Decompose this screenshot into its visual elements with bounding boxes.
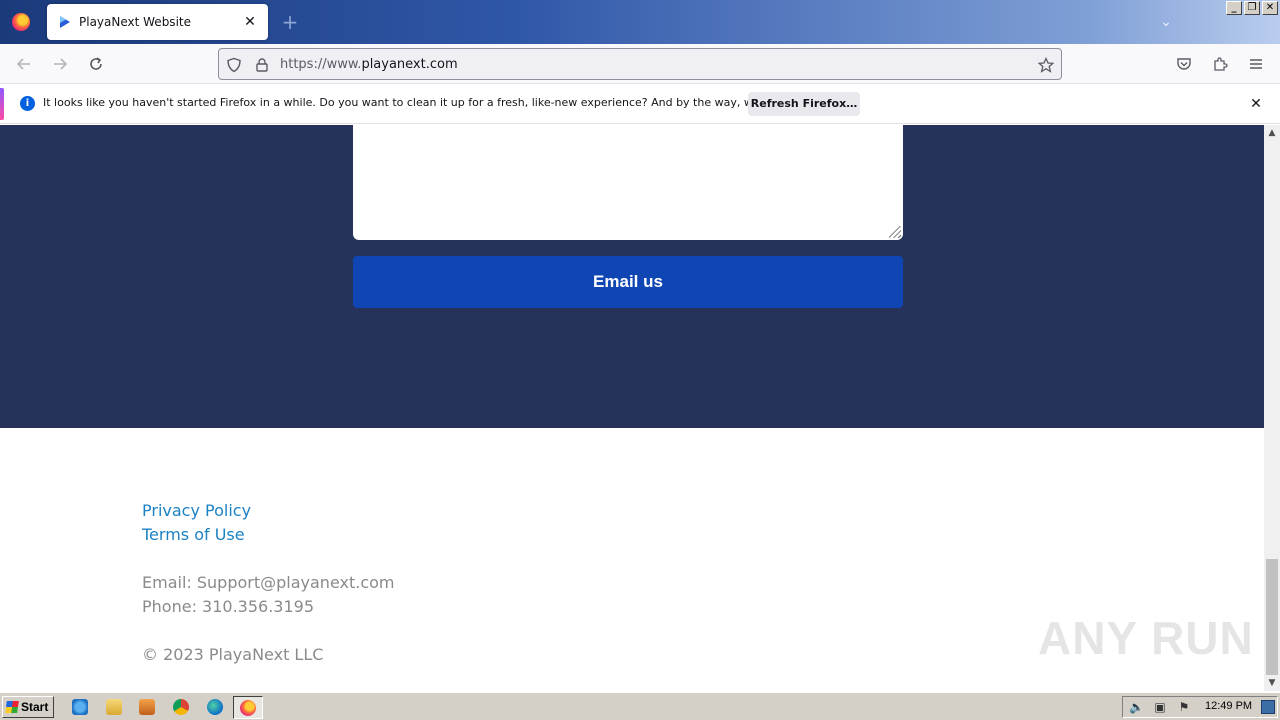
tab-playanext[interactable]: PlayaNext Website ✕ — [47, 4, 268, 40]
volume-icon[interactable]: 🔈 — [1129, 700, 1144, 714]
close-window-button[interactable]: ✕ — [1262, 1, 1278, 15]
tracking-protection-shield-icon[interactable] — [225, 56, 243, 74]
vertical-scrollbar[interactable]: ▲ ▼ — [1264, 125, 1280, 691]
playanext-favicon-icon — [57, 14, 73, 30]
restore-button[interactable]: ❐ — [1244, 1, 1260, 15]
nav-bar: https://www.playanext.com — [0, 44, 1280, 84]
resize-grip-icon[interactable] — [889, 226, 901, 238]
extensions-icon[interactable] — [1208, 52, 1232, 76]
back-icon[interactable] — [12, 52, 36, 76]
refresh-notification-bar: i It looks like you haven't started Fire… — [0, 84, 1280, 124]
windows-flag-icon — [5, 701, 19, 713]
url-prefix: https://www. — [280, 57, 362, 72]
terms-of-use-link[interactable]: Terms of Use — [142, 523, 395, 547]
window-controls: _ ❐ ✕ — [1226, 1, 1278, 15]
info-icon: i — [20, 96, 35, 111]
media-player-icon[interactable] — [139, 699, 155, 715]
edge-icon[interactable] — [207, 699, 223, 715]
pocket-icon[interactable] — [1172, 52, 1196, 76]
url-bar[interactable]: https://www.playanext.com — [218, 48, 1062, 80]
tab-close-icon[interactable]: ✕ — [242, 14, 258, 30]
notification-accent — [0, 88, 4, 120]
network-icon[interactable]: ▣ — [1153, 700, 1167, 714]
forward-icon[interactable] — [48, 52, 72, 76]
privacy-policy-link[interactable]: Privacy Policy — [142, 499, 395, 523]
url-host: playanext.com — [361, 57, 458, 72]
tab-title: PlayaNext Website — [79, 15, 191, 29]
refresh-firefox-button[interactable]: Refresh Firefox… — [748, 92, 860, 116]
windows-taskbar: Start 🔈 ▣ ⚑ 12:49 PM — [0, 692, 1280, 720]
notification-close-icon[interactable]: ✕ — [1246, 94, 1266, 114]
minimize-button[interactable]: _ — [1226, 1, 1242, 15]
anyrun-watermark: ANY RUN — [1038, 612, 1254, 664]
email-us-button[interactable]: Email us — [353, 256, 903, 308]
firefox-taskbar-icon — [240, 700, 256, 716]
chrome-icon[interactable] — [173, 699, 189, 715]
scroll-down-icon[interactable]: ▼ — [1264, 675, 1280, 691]
footer-phone: Phone: 310.356.3195 — [142, 597, 315, 616]
taskbar-firefox-active[interactable] — [233, 696, 263, 719]
menu-hamburger-icon[interactable] — [1244, 52, 1268, 76]
internet-explorer-icon[interactable] — [72, 699, 88, 715]
start-label: Start — [21, 700, 49, 714]
reload-icon[interactable] — [84, 52, 108, 76]
url-text[interactable]: https://www.playanext.com — [280, 57, 458, 72]
action-center-flag-icon[interactable]: ⚑ — [1177, 700, 1191, 714]
lock-icon[interactable] — [253, 56, 271, 74]
list-all-tabs-icon[interactable]: ⌄ — [1156, 12, 1176, 32]
clock: 12:49 PM — [1205, 700, 1253, 712]
show-desktop-icon[interactable] — [1261, 700, 1275, 714]
system-tray: 🔈 ▣ ⚑ 12:49 PM — [1122, 696, 1278, 718]
footer-email: Email: Support@playanext.com — [142, 573, 395, 592]
bookmark-star-icon[interactable] — [1037, 56, 1055, 74]
tab-strip: PlayaNext Website ✕ + ⌄ _ ❐ ✕ — [0, 0, 1280, 44]
firefox-logo-icon — [12, 13, 30, 31]
scroll-up-icon[interactable]: ▲ — [1264, 125, 1280, 141]
start-button[interactable]: Start — [2, 696, 54, 718]
firefox-view-button[interactable] — [0, 0, 42, 44]
footer-copyright: © 2023 PlayaNext LLC — [142, 645, 324, 664]
footer-spacer — [142, 547, 395, 571]
notification-text: It looks like you haven't started Firefo… — [43, 96, 827, 109]
scroll-thumb[interactable] — [1266, 559, 1278, 675]
file-explorer-icon[interactable] — [106, 699, 122, 715]
new-tab-icon[interactable]: + — [280, 12, 300, 32]
message-textarea[interactable] — [353, 125, 903, 240]
page-content: Email us Privacy Policy Terms of Use Ema… — [0, 125, 1264, 691]
contact-section: Email us — [0, 125, 1264, 428]
footer-spacer — [142, 619, 395, 643]
footer: Privacy Policy Terms of Use Email: Suppo… — [142, 499, 395, 667]
